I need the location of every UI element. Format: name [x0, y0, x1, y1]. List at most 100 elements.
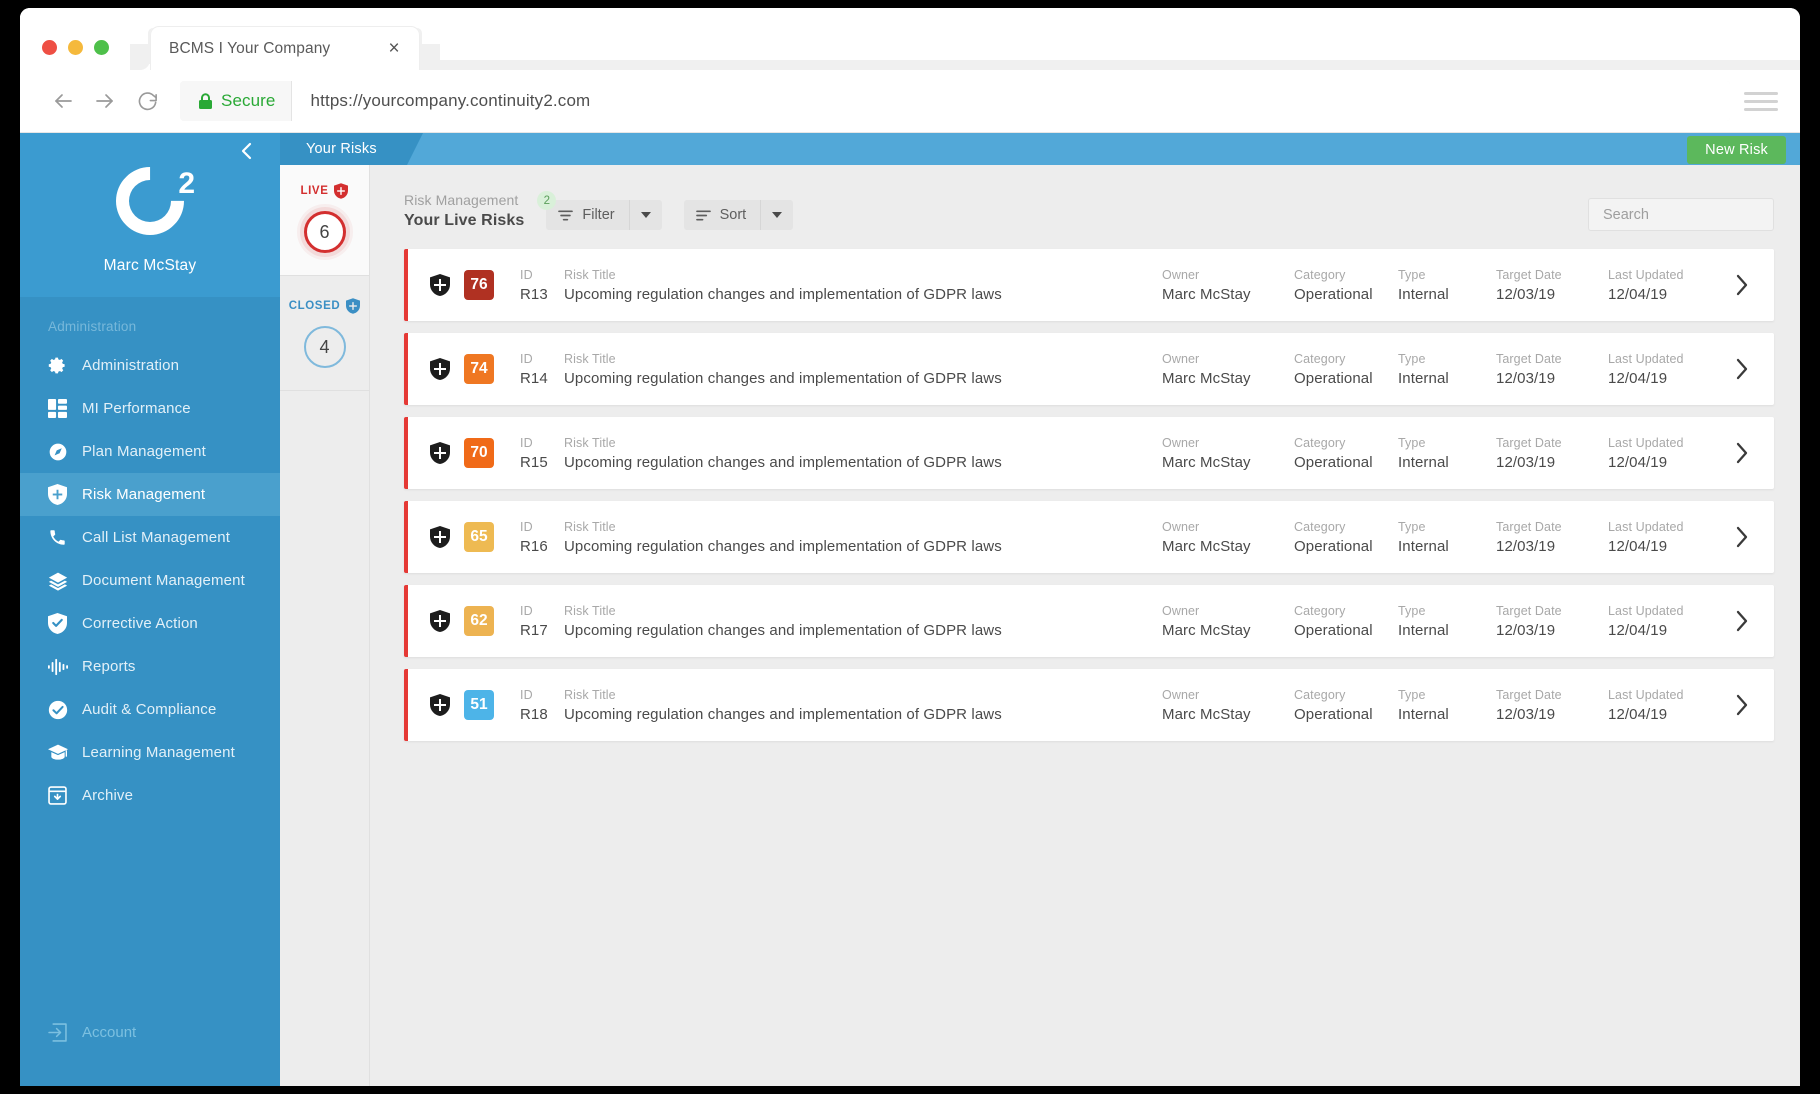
sidebar-item-document-management[interactable]: Document Management — [20, 559, 280, 602]
sidebar-item-mi-performance[interactable]: MI Performance — [20, 387, 280, 430]
value-id: R14 — [520, 369, 548, 387]
open-risk-chevron-icon[interactable] — [1718, 273, 1766, 297]
close-window-button[interactable] — [42, 40, 57, 55]
sidebar-item-label: Archive — [82, 787, 134, 804]
maximize-window-button[interactable] — [94, 40, 109, 55]
close-tab-icon[interactable]: × — [383, 38, 405, 60]
logo-superscript: 2 — [178, 167, 195, 200]
cell-category: Category Operational — [1294, 434, 1398, 474]
forward-button[interactable] — [84, 80, 126, 122]
sidebar-item-label: Risk Management — [82, 486, 206, 503]
open-risk-chevron-icon[interactable] — [1718, 441, 1766, 465]
search-box[interactable] — [1588, 198, 1790, 232]
application-body: 2 Marc McStay Administration Administrat… — [20, 133, 1800, 1086]
sidebar-item-label: Document Management — [82, 572, 245, 589]
cell-type: Type Internal — [1398, 266, 1496, 306]
table-row[interactable]: 62 ID R17 Risk Title Upcoming regulation cha… — [404, 585, 1774, 658]
filter-button[interactable]: 2 Filter — [537, 191, 662, 231]
risk-score-badge: 76 — [464, 270, 494, 301]
column-header-last-updated: Last Updated — [1608, 435, 1684, 450]
search-input[interactable] — [1603, 206, 1790, 223]
sidebar-item-corrective-action[interactable]: Corrective Action — [20, 602, 280, 645]
browser-tab[interactable]: BCMS I Your Company × — [130, 26, 440, 70]
page-title: Your Live Risks — [404, 211, 525, 229]
open-risk-chevron-icon[interactable] — [1718, 357, 1766, 381]
new-risk-button[interactable]: New Risk — [1687, 136, 1786, 164]
shield-check-icon — [48, 613, 82, 634]
cell-last-updated: Last Updated 12/04/19 — [1608, 266, 1718, 306]
content-area: Your Risks New Risk LIVE 6 CLOSED 4 Risk… — [280, 133, 1800, 1086]
column-header-id: ID — [520, 435, 533, 450]
cell-category: Category Operational — [1294, 686, 1398, 726]
sidebar-item-label: Plan Management — [82, 443, 206, 460]
sidebar-item-learning-management[interactable]: Learning Management — [20, 731, 280, 774]
value-target-date: 12/03/19 — [1496, 453, 1556, 471]
shield-icon — [430, 358, 464, 381]
cell-target-date: Target Date 12/03/19 — [1496, 686, 1608, 726]
sidebar-item-administration[interactable]: Administration — [20, 344, 280, 387]
column-header-risk-title: Risk Title — [564, 351, 616, 366]
filter-button-main[interactable]: Filter — [546, 200, 630, 231]
back-button[interactable] — [42, 80, 84, 122]
value-type: Internal — [1398, 705, 1449, 723]
risk-score-badge: 70 — [464, 438, 494, 469]
browser-toolbar: Secure https://yourcompany.continuity2.c… — [20, 70, 1800, 133]
column-header-risk-title: Risk Title — [564, 687, 616, 702]
value-id: R16 — [520, 537, 548, 555]
sidebar-item-label: MI Performance — [82, 400, 191, 417]
browser-tab-strip: BCMS I Your Company × — [20, 8, 1800, 70]
url-field[interactable]: https://yourcompany.continuity2.com — [292, 81, 1730, 121]
value-target-date: 12/03/19 — [1496, 285, 1556, 303]
column-header-last-updated: Last Updated — [1608, 267, 1684, 282]
sidebar-item-label: Call List Management — [82, 529, 231, 546]
column-header-type: Type — [1398, 435, 1426, 450]
minimize-window-button[interactable] — [68, 40, 83, 55]
value-owner: Marc McStay — [1162, 705, 1251, 723]
collapse-sidebar-icon[interactable] — [234, 139, 258, 163]
table-row[interactable]: 51 ID R18 Risk Title Upcoming regulation cha… — [404, 669, 1774, 742]
column-header-category: Category — [1294, 267, 1346, 282]
sidebar-item-audit-compliance[interactable]: Audit & Compliance — [20, 688, 280, 731]
sort-dropdown-icon[interactable] — [761, 200, 793, 230]
filter-dropdown-icon[interactable] — [630, 200, 662, 230]
table-row[interactable]: 76 ID R13 Risk Title Upcoming regulation cha… — [404, 249, 1774, 322]
open-risk-chevron-icon[interactable] — [1718, 525, 1766, 549]
shield-icon — [346, 298, 361, 314]
status-card-live[interactable]: LIVE 6 — [280, 165, 369, 276]
sidebar-item-account[interactable]: Account — [20, 1008, 280, 1056]
open-risk-chevron-icon[interactable] — [1718, 693, 1766, 717]
value-risk-title: Upcoming regulation changes and implemen… — [564, 285, 1002, 303]
gear-icon — [48, 356, 82, 375]
phone-icon — [48, 528, 82, 547]
sidebar-item-reports[interactable]: Reports — [20, 645, 280, 688]
sidebar-section-label: Administration — [48, 319, 137, 334]
reload-button[interactable] — [126, 80, 168, 122]
table-row[interactable]: 74 ID R14 Risk Title Upcoming regulation cha… — [404, 333, 1774, 406]
graduation-cap-icon — [48, 744, 82, 762]
table-row[interactable]: 65 ID R16 Risk Title Upcoming regulation cha… — [404, 501, 1774, 574]
sidebar-item-risk-management[interactable]: Risk Management — [20, 473, 280, 516]
address-bar[interactable]: Secure https://yourcompany.continuity2.c… — [180, 81, 1730, 121]
cell-id: ID R14 — [520, 350, 564, 390]
sort-button[interactable]: Sort — [683, 200, 794, 231]
browser-menu-icon[interactable] — [1744, 84, 1778, 118]
sidebar-item-plan-management[interactable]: Plan Management — [20, 430, 280, 473]
risk-score-badge: 62 — [464, 606, 494, 637]
value-type: Internal — [1398, 369, 1449, 387]
tab-your-risks[interactable]: Your Risks — [280, 133, 423, 165]
column-header-owner: Owner — [1162, 351, 1200, 366]
value-last-updated: 12/04/19 — [1608, 453, 1668, 471]
value-category: Operational — [1294, 285, 1373, 303]
value-risk-title: Upcoming regulation changes and implemen… — [564, 537, 1002, 555]
table-row[interactable]: 70 ID R15 Risk Title Upcoming regulation cha… — [404, 417, 1774, 490]
status-card-closed[interactable]: CLOSED 4 — [280, 276, 369, 391]
value-id: R17 — [520, 621, 548, 639]
sort-button-main[interactable]: Sort — [684, 200, 762, 231]
sidebar-item-call-list-management[interactable]: Call List Management — [20, 516, 280, 559]
sidebar-item-archive[interactable]: Archive — [20, 774, 280, 817]
column-header-owner: Owner — [1162, 603, 1200, 618]
shield-icon — [430, 526, 464, 549]
column-header-risk-title: Risk Title — [564, 267, 616, 282]
open-risk-chevron-icon[interactable] — [1718, 609, 1766, 633]
